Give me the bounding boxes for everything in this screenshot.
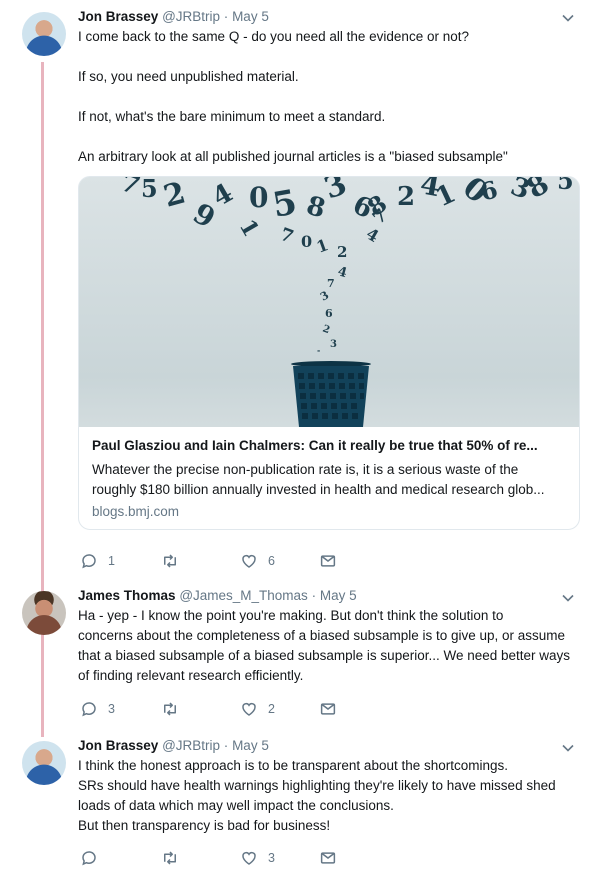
chevron-down-icon[interactable] (562, 592, 574, 604)
tweet-text: I come back to the same Q - do you need … (78, 27, 578, 167)
message-button[interactable] (319, 848, 337, 868)
card-domain: blogs.bmj.com (92, 504, 180, 519)
like-button[interactable]: 6 (240, 551, 275, 571)
tweet-line: If not, what's the bare minimum to meet … (78, 109, 386, 124)
reply-icon (82, 554, 96, 569)
reply-count: 1 (108, 554, 115, 568)
tweet-text: Ha - yep - I know the point you're makin… (78, 606, 578, 686)
author-name[interactable]: Jon Brassey (78, 9, 158, 24)
separator-dot: · (223, 9, 229, 24)
tweet-line: loads of data which may well impact the … (78, 798, 394, 813)
message-icon (320, 703, 336, 715)
tweet-line: I come back to the same Q - do you need … (78, 29, 469, 44)
tweet-line (78, 87, 578, 107)
link-card[interactable]: 7 5 2 9 4 1 0 5 8 3 6 8 2 4 1 0 6 3 8 5 (78, 176, 580, 530)
chevron-down-icon[interactable] (562, 12, 574, 24)
message-icon (320, 852, 336, 864)
tweet-line (78, 127, 578, 147)
svg-text:0: 0 (301, 232, 312, 251)
reply-icon (82, 702, 96, 717)
tweet-date[interactable]: May 5 (320, 588, 357, 603)
svg-text:5: 5 (557, 177, 574, 195)
tweet-date[interactable]: May 5 (232, 738, 269, 753)
tweet-3[interactable]: Jon Brassey @JRBtrip · May 5 I think the… (0, 730, 592, 870)
like-button[interactable]: 2 (240, 699, 275, 719)
svg-text:5: 5 (141, 177, 158, 203)
retweet-icon (164, 851, 176, 865)
tweet-1[interactable]: Jon Brassey @JRBtrip · May 5 I come back… (0, 0, 592, 580)
svg-text:-: - (317, 345, 320, 355)
reply-icon (82, 851, 96, 866)
message-button[interactable] (319, 699, 337, 719)
message-icon (320, 555, 336, 567)
tweet-date[interactable]: May 5 (232, 9, 269, 24)
tweet-line: concerns about the completeness of a bia… (78, 628, 566, 643)
tweet-line: An arbitrary look at all published journ… (78, 149, 508, 164)
separator-dot: · (311, 588, 317, 603)
like-icon (242, 851, 256, 865)
tweet-text: I think the honest approach is to be tra… (78, 756, 578, 836)
tweet-actions: 3 (78, 848, 438, 868)
like-count: 2 (268, 702, 275, 716)
tweet-line: I think the honest approach is to be tra… (78, 758, 509, 773)
retweet-button[interactable] (161, 699, 189, 719)
chevron-down-icon[interactable] (562, 742, 574, 754)
card-description: Whatever the precise non-publication rat… (92, 460, 566, 500)
avatar[interactable] (22, 12, 66, 56)
reply-button[interactable]: 3 (80, 699, 115, 719)
like-icon (242, 702, 256, 716)
svg-text:3: 3 (330, 339, 337, 350)
tweet-line: SRs should have health warnings highligh… (78, 778, 556, 793)
tweet-line: that a biased subsample of a biased subs… (78, 648, 571, 663)
card-image-numbers-into-bin: 7 5 2 9 4 1 0 5 8 3 6 8 2 4 1 0 6 3 8 5 (79, 177, 579, 427)
reply-count: 3 (108, 702, 115, 716)
like-icon (242, 554, 256, 568)
author-handle[interactable]: @JRBtrip (162, 9, 220, 24)
tweet-2[interactable]: James Thomas @James_M_Thomas · May 5 Ha … (0, 580, 592, 730)
wastebasket-graphic (291, 361, 371, 427)
avatar[interactable] (22, 591, 66, 635)
separator-dot: · (223, 738, 229, 753)
retweet-button[interactable] (161, 848, 189, 868)
author-name[interactable]: Jon Brassey (78, 738, 158, 753)
svg-text:7: 7 (327, 277, 335, 290)
svg-text:2: 2 (337, 243, 347, 261)
card-description-line: Whatever the precise non-publication rat… (92, 462, 519, 477)
message-button[interactable] (319, 551, 337, 571)
reply-button[interactable] (80, 848, 108, 868)
tweet-line (78, 47, 578, 67)
svg-text:6: 6 (325, 307, 333, 320)
svg-text:2: 2 (397, 182, 415, 212)
tweet-line: Ha - yep - I know the point you're makin… (78, 608, 504, 623)
retweet-icon (164, 702, 176, 716)
retweet-button[interactable] (161, 551, 189, 571)
avatar[interactable] (22, 741, 66, 785)
author-name[interactable]: James Thomas (78, 588, 176, 603)
reply-button[interactable]: 1 (80, 551, 115, 571)
author-handle[interactable]: @James_M_Thomas (179, 588, 308, 603)
tweet-actions: 3 2 (78, 699, 438, 719)
card-description-line: roughly $180 billion annually invested i… (92, 482, 545, 497)
tweet-actions: 1 6 (78, 551, 438, 571)
like-button[interactable]: 3 (240, 848, 275, 868)
like-count: 3 (268, 851, 275, 865)
retweet-icon (164, 554, 176, 568)
card-title[interactable]: Paul Glasziou and Iain Chalmers: Can it … (92, 437, 566, 455)
tweet-line: But then transparency is bad for busines… (78, 818, 331, 833)
svg-text:0: 0 (249, 181, 268, 214)
author-handle[interactable]: @JRBtrip (162, 738, 220, 753)
like-count: 6 (268, 554, 275, 568)
tweet-line: If so, you need unpublished material. (78, 69, 299, 84)
tweet-line: of finding relevant research efficiently… (78, 668, 304, 683)
